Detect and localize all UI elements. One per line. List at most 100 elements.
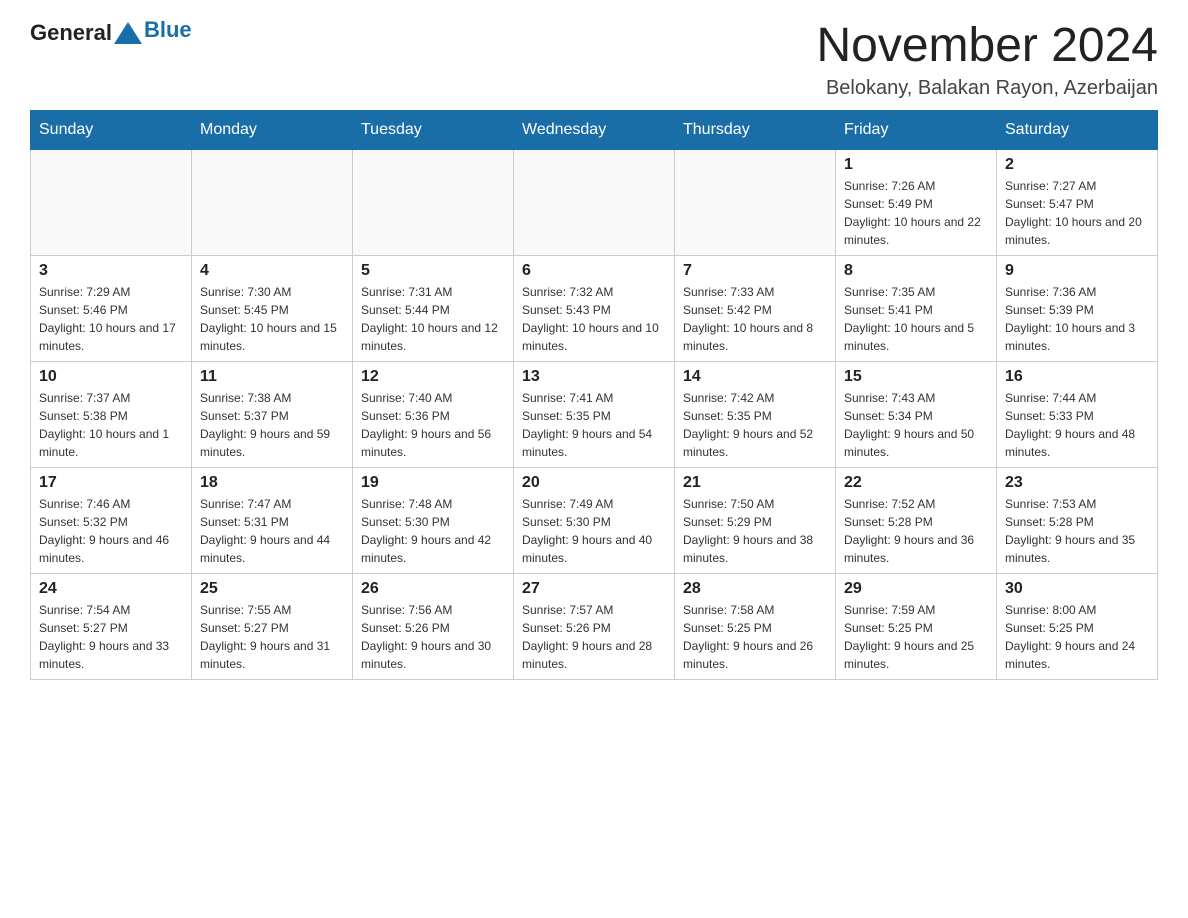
day-number: 30 — [1005, 580, 1149, 598]
day-info: Sunrise: 7:37 AM Sunset: 5:38 PM Dayligh… — [39, 389, 183, 461]
day-number: 3 — [39, 262, 183, 280]
calendar-week-row: 24Sunrise: 7:54 AM Sunset: 5:27 PM Dayli… — [31, 573, 1158, 679]
day-info: Sunrise: 7:47 AM Sunset: 5:31 PM Dayligh… — [200, 495, 344, 567]
day-number: 10 — [39, 368, 183, 386]
calendar-day-cell: 14 Sunrise: 7:42 AM Sunset: 5:35 PM Dayli… — [675, 361, 836, 467]
day-info: Sunrise: 7:58 AM Sunset: 5:25 PM Dayligh… — [683, 601, 827, 673]
logo: General Blue — [30, 20, 192, 46]
day-info: Sunrise: 7:46 AM Sunset: 5:32 PM Dayligh… — [39, 495, 183, 567]
calendar-day-cell: 9 Sunrise: 7:36 AM Sunset: 5:39 PM Daylig… — [997, 255, 1158, 361]
day-number: 6 — [522, 262, 666, 280]
day-number: 13 — [522, 368, 666, 386]
day-info: Sunrise: 8:00 AM Sunset: 5:25 PM Dayligh… — [1005, 601, 1149, 673]
day-info: Sunrise: 7:53 AM Sunset: 5:28 PM Dayligh… — [1005, 495, 1149, 567]
calendar-day-cell: 11 Sunrise: 7:38 AM Sunset: 5:37 PM Dayli… — [192, 361, 353, 467]
calendar-day-cell: 5 Sunrise: 7:31 AM Sunset: 5:44 PM Daylig… — [353, 255, 514, 361]
day-number: 19 — [361, 474, 505, 492]
day-info: Sunrise: 7:33 AM Sunset: 5:42 PM Dayligh… — [683, 283, 827, 355]
day-info: Sunrise: 7:59 AM Sunset: 5:25 PM Dayligh… — [844, 601, 988, 673]
calendar-day-cell — [31, 149, 192, 255]
calendar-day-cell: 20 Sunrise: 7:49 AM Sunset: 5:30 PM Dayli… — [514, 467, 675, 573]
day-number: 22 — [844, 474, 988, 492]
calendar-day-cell: 13 Sunrise: 7:41 AM Sunset: 5:35 PM Dayli… — [514, 361, 675, 467]
day-info: Sunrise: 7:52 AM Sunset: 5:28 PM Dayligh… — [844, 495, 988, 567]
day-info: Sunrise: 7:48 AM Sunset: 5:30 PM Dayligh… — [361, 495, 505, 567]
calendar-day-cell: 6 Sunrise: 7:32 AM Sunset: 5:43 PM Daylig… — [514, 255, 675, 361]
day-number: 18 — [200, 474, 344, 492]
calendar-day-cell: 2Sunrise: 7:27 AM Sunset: 5:47 PM Daylig… — [997, 149, 1158, 255]
day-info: Sunrise: 7:57 AM Sunset: 5:26 PM Dayligh… — [522, 601, 666, 673]
calendar-week-row: 10 Sunrise: 7:37 AM Sunset: 5:38 PM Dayli… — [31, 361, 1158, 467]
logo-general-text: General — [30, 20, 112, 46]
calendar-day-cell: 12 Sunrise: 7:40 AM Sunset: 5:36 PM Dayli… — [353, 361, 514, 467]
calendar-week-row: 1 Sunrise: 7:26 AM Sunset: 5:49 PM Daylig… — [31, 149, 1158, 255]
calendar-day-cell: 8 Sunrise: 7:35 AM Sunset: 5:41 PM Daylig… — [836, 255, 997, 361]
calendar-day-cell: 10 Sunrise: 7:37 AM Sunset: 5:38 PM Dayli… — [31, 361, 192, 467]
day-number: 25 — [200, 580, 344, 598]
calendar-day-cell: 22 Sunrise: 7:52 AM Sunset: 5:28 PM Dayli… — [836, 467, 997, 573]
day-number: 2 — [1005, 156, 1149, 174]
calendar-day-cell: 21 Sunrise: 7:50 AM Sunset: 5:29 PM Dayli… — [675, 467, 836, 573]
day-number: 16 — [1005, 368, 1149, 386]
day-info: Sunrise: 7:38 AM Sunset: 5:37 PM Dayligh… — [200, 389, 344, 461]
day-info: Sunrise: 7:29 AM Sunset: 5:46 PM Dayligh… — [39, 283, 183, 355]
day-number: 23 — [1005, 474, 1149, 492]
month-year-title: November 2024 — [816, 20, 1158, 73]
calendar-day-cell: 23 Sunrise: 7:53 AM Sunset: 5:28 PM Dayli… — [997, 467, 1158, 573]
calendar-day-cell: 4Sunrise: 7:30 AM Sunset: 5:45 PM Daylig… — [192, 255, 353, 361]
calendar-day-cell: 28Sunrise: 7:58 AM Sunset: 5:25 PM Dayli… — [675, 573, 836, 679]
calendar-week-row: 3 Sunrise: 7:29 AM Sunset: 5:46 PM Daylig… — [31, 255, 1158, 361]
day-number: 15 — [844, 368, 988, 386]
day-info: Sunrise: 7:41 AM Sunset: 5:35 PM Dayligh… — [522, 389, 666, 461]
calendar-day-cell — [514, 149, 675, 255]
calendar-day-cell — [192, 149, 353, 255]
day-info: Sunrise: 7:31 AM Sunset: 5:44 PM Dayligh… — [361, 283, 505, 355]
calendar-day-header: Thursday — [675, 110, 836, 149]
calendar-day-header: Friday — [836, 110, 997, 149]
calendar-header-row: SundayMondayTuesdayWednesdayThursdayFrid… — [31, 110, 1158, 149]
calendar-day-cell: 18 Sunrise: 7:47 AM Sunset: 5:31 PM Dayli… — [192, 467, 353, 573]
day-info: Sunrise: 7:40 AM Sunset: 5:36 PM Dayligh… — [361, 389, 505, 461]
calendar-day-cell: 26Sunrise: 7:56 AM Sunset: 5:26 PM Dayli… — [353, 573, 514, 679]
calendar-day-cell: 3 Sunrise: 7:29 AM Sunset: 5:46 PM Daylig… — [31, 255, 192, 361]
calendar-day-cell: 1 Sunrise: 7:26 AM Sunset: 5:49 PM Daylig… — [836, 149, 997, 255]
day-number: 26 — [361, 580, 505, 598]
day-info: Sunrise: 7:55 AM Sunset: 5:27 PM Dayligh… — [200, 601, 344, 673]
day-info: Sunrise: 7:36 AM Sunset: 5:39 PM Dayligh… — [1005, 283, 1149, 355]
day-number: 20 — [522, 474, 666, 492]
logo-blue-text: Blue — [144, 17, 192, 42]
day-number: 21 — [683, 474, 827, 492]
calendar-day-cell: 15 Sunrise: 7:43 AM Sunset: 5:34 PM Dayli… — [836, 361, 997, 467]
calendar-day-header: Wednesday — [514, 110, 675, 149]
day-info: Sunrise: 7:43 AM Sunset: 5:34 PM Dayligh… — [844, 389, 988, 461]
day-number: 17 — [39, 474, 183, 492]
day-number: 1 — [844, 156, 988, 174]
day-info: Sunrise: 7:54 AM Sunset: 5:27 PM Dayligh… — [39, 601, 183, 673]
day-info: Sunrise: 7:49 AM Sunset: 5:30 PM Dayligh… — [522, 495, 666, 567]
day-number: 7 — [683, 262, 827, 280]
day-info: Sunrise: 7:50 AM Sunset: 5:29 PM Dayligh… — [683, 495, 827, 567]
day-number: 11 — [200, 368, 344, 386]
title-block: November 2024 Belokany, Balakan Rayon, A… — [816, 20, 1158, 100]
day-number: 4 — [200, 262, 344, 280]
day-number: 5 — [361, 262, 505, 280]
day-number: 14 — [683, 368, 827, 386]
calendar-day-header: Monday — [192, 110, 353, 149]
day-number: 12 — [361, 368, 505, 386]
calendar-day-cell: 27Sunrise: 7:57 AM Sunset: 5:26 PM Dayli… — [514, 573, 675, 679]
calendar-day-cell — [353, 149, 514, 255]
day-info: Sunrise: 7:35 AM Sunset: 5:41 PM Dayligh… — [844, 283, 988, 355]
day-info: Sunrise: 7:32 AM Sunset: 5:43 PM Dayligh… — [522, 283, 666, 355]
day-info: Sunrise: 7:26 AM Sunset: 5:49 PM Dayligh… — [844, 177, 988, 249]
day-number: 29 — [844, 580, 988, 598]
calendar-day-cell: 29 Sunrise: 7:59 AM Sunset: 5:25 PM Dayli… — [836, 573, 997, 679]
day-number: 8 — [844, 262, 988, 280]
calendar-table: SundayMondayTuesdayWednesdayThursdayFrid… — [30, 110, 1158, 680]
day-number: 9 — [1005, 262, 1149, 280]
day-info: Sunrise: 7:42 AM Sunset: 5:35 PM Dayligh… — [683, 389, 827, 461]
calendar-day-cell: 17 Sunrise: 7:46 AM Sunset: 5:32 PM Dayli… — [31, 467, 192, 573]
day-info: Sunrise: 7:44 AM Sunset: 5:33 PM Dayligh… — [1005, 389, 1149, 461]
calendar-day-header: Tuesday — [353, 110, 514, 149]
calendar-day-cell: 24Sunrise: 7:54 AM Sunset: 5:27 PM Dayli… — [31, 573, 192, 679]
calendar-day-cell: 16 Sunrise: 7:44 AM Sunset: 5:33 PM Dayli… — [997, 361, 1158, 467]
